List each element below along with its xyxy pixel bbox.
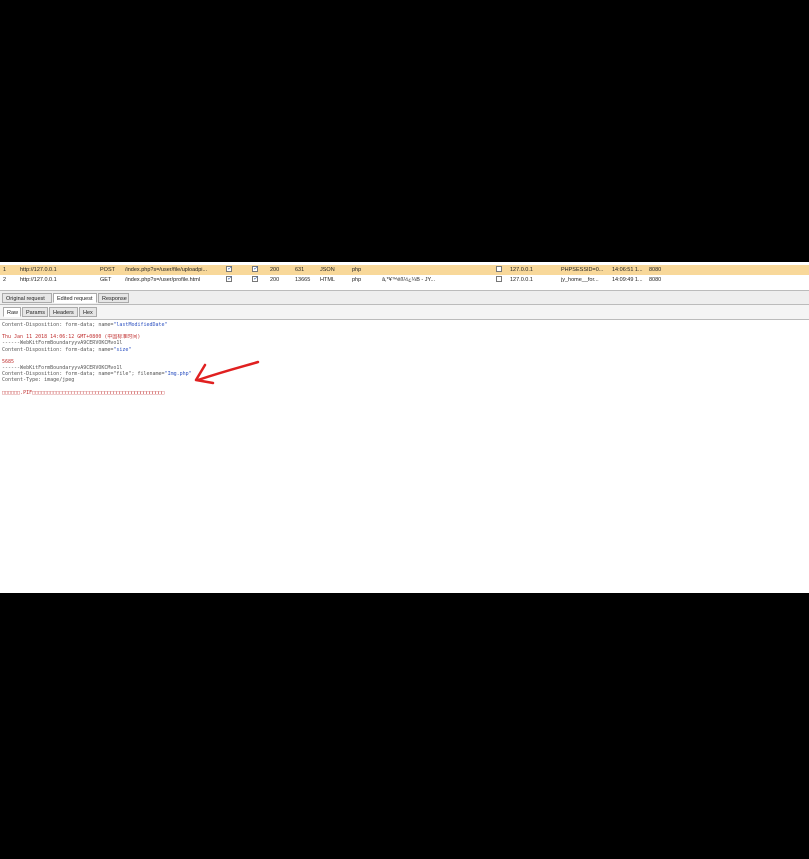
red-arrow-annotation: [194, 360, 260, 385]
burp-request-viewer: 1 http://127.0.0.1 POST /index.php?s=/us…: [0, 262, 809, 593]
